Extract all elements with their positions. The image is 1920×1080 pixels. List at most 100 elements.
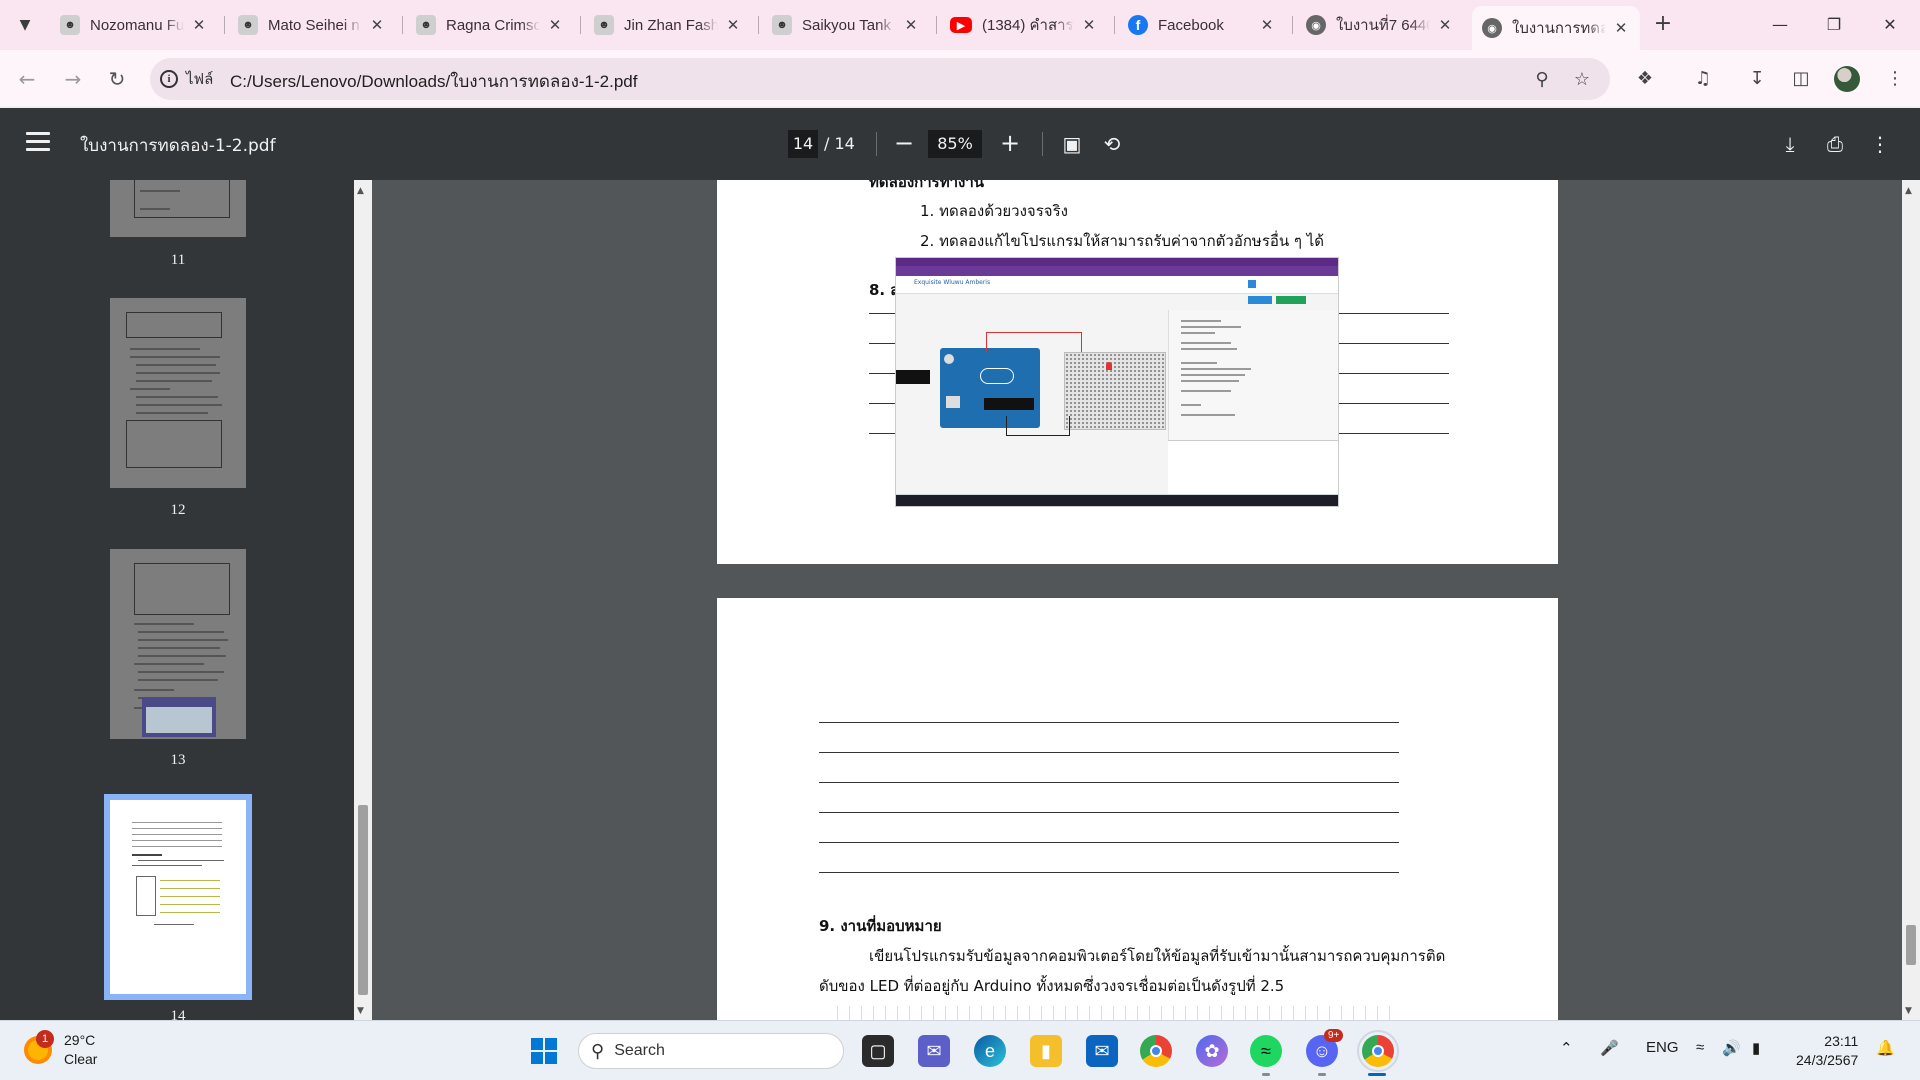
browser-toolbar: ← → ↻ i ไฟล์ C:/Users/Lenovo/Downloads/ใ…	[0, 50, 1920, 108]
tab-nozomanu[interactable]: ☻ Nozomanu Fu ✕	[50, 8, 218, 42]
tab-worksheet-7[interactable]: ◉ ใบงานที่7 6440 ✕	[1296, 8, 1464, 42]
wifi-icon[interactable]: ≈	[1696, 1039, 1704, 1056]
close-icon[interactable]: ✕	[724, 16, 742, 34]
globe-icon: ◉	[1306, 15, 1326, 35]
forward-button[interactable]: →	[58, 64, 88, 94]
thumbnail-page-11[interactable]	[110, 180, 246, 237]
address-bar[interactable]: i ไฟล์ C:/Users/Lenovo/Downloads/ใบงานกา…	[150, 58, 1610, 100]
weather-sun-icon: 1	[24, 1030, 54, 1064]
thumbnail-label: 14	[170, 1008, 186, 1020]
manga-icon: ☻	[416, 15, 436, 35]
weather-temp: 29°C	[64, 1032, 96, 1048]
profile-avatar[interactable]	[1834, 66, 1860, 92]
back-button[interactable]: ←	[12, 64, 42, 94]
close-icon[interactable]: ✕	[546, 16, 564, 34]
close-icon[interactable]: ✕	[368, 16, 386, 34]
thumbnail-page-13[interactable]	[110, 549, 246, 739]
window-close-button[interactable]: ✕	[1860, 0, 1920, 48]
tab-facebook[interactable]: f Facebook ✕	[1118, 8, 1286, 42]
download-pdf-icon[interactable]: ⤓	[1776, 130, 1804, 158]
tab-youtube[interactable]: ▶ (1384) คำสาร ✕	[940, 8, 1108, 42]
pdf-page-13: ทดลองการทำงาน 1. ทดลองด้วยวงจรจริง 2. ทด…	[717, 180, 1558, 564]
teams-chat-icon[interactable]: ✉	[918, 1035, 950, 1067]
close-icon[interactable]: ✕	[1258, 16, 1276, 34]
spotify-icon[interactable]: ≈	[1250, 1035, 1282, 1067]
tab-jin-zhan[interactable]: ☻ Jin Zhan Fash ✕	[584, 8, 752, 42]
print-icon[interactable]: ⎙	[1821, 130, 1849, 158]
file-explorer-icon[interactable]: ▮	[1030, 1035, 1062, 1067]
list-item: 2. ทดลองแก้ไขโปรแกรมให้สามารถรับค่าจากตั…	[920, 232, 1325, 250]
manga-icon: ☻	[238, 15, 258, 35]
embedded-screenshot: Exquisite Wluwu Amberis	[895, 257, 1339, 507]
battery-icon[interactable]: ▮	[1752, 1039, 1760, 1057]
rotate-icon[interactable]: ⟲	[1098, 130, 1126, 158]
document-scrollbar[interactable]: ▲ ▼	[1902, 180, 1920, 1020]
fit-page-icon[interactable]: ▣	[1058, 130, 1086, 158]
restore-button[interactable]: ❐	[1804, 0, 1864, 48]
tab-worksheet-active[interactable]: ◉ ใบงานการทดลอ ✕	[1472, 6, 1640, 50]
serial-monitor	[1168, 440, 1338, 494]
hamburger-menu-icon[interactable]	[26, 132, 50, 152]
tab-mato-seihei[interactable]: ☻ Mato Seihei n ✕	[228, 8, 396, 42]
close-icon[interactable]: ✕	[1612, 19, 1630, 37]
taskbar-search[interactable]: ⚲ Search	[578, 1033, 844, 1069]
chrome-icon[interactable]	[1140, 1035, 1172, 1067]
code-panel	[1168, 310, 1338, 440]
zoom-level-input[interactable]: 85%	[928, 130, 982, 158]
language-indicator[interactable]: ENG	[1646, 1039, 1679, 1056]
reload-button[interactable]: ↻	[102, 64, 132, 94]
pdf-toolbar: ใบงานการทดลอง-1-2.pdf 14 / 14 − 85% + ▣ …	[0, 108, 1920, 180]
weather-widget[interactable]: 1 29°C Clear	[24, 1030, 97, 1069]
mail-icon[interactable]: ✉	[1086, 1035, 1118, 1067]
copilot-icon[interactable]: ✿	[1196, 1035, 1228, 1067]
tab-search-icon[interactable]: ▼	[10, 10, 40, 40]
more-menu-icon[interactable]: ⋮	[1880, 64, 1910, 94]
microphone-icon[interactable]: 🎤	[1600, 1039, 1619, 1057]
tab-ragna-crimson[interactable]: ☻ Ragna Crimso ✕	[406, 8, 574, 42]
volume-icon[interactable]: 🔊	[1722, 1039, 1741, 1057]
tab-strip: ▼ ☻ Nozomanu Fu ✕ ☻ Mato Seihei n ✕ ☻ Ra…	[0, 0, 1920, 50]
clock[interactable]: 23:11 24/3/2567	[1796, 1032, 1858, 1070]
minimize-button[interactable]: —	[1750, 0, 1810, 48]
task-view-icon[interactable]: ▢	[862, 1035, 894, 1067]
tab-title: Jin Zhan Fash	[624, 16, 718, 34]
notification-badge: 1	[36, 1030, 54, 1048]
thumbnail-page-14[interactable]	[104, 794, 252, 1000]
close-icon[interactable]: ✕	[1436, 16, 1454, 34]
page-number-input[interactable]: 14	[788, 130, 818, 158]
document-viewport[interactable]: ทดลองการทำงาน 1. ทดลองด้วยวงจรจริง 2. ทด…	[372, 180, 1902, 1020]
page-total: / 14	[824, 134, 855, 153]
sidebar-scrollbar[interactable]: ▲ ▼	[354, 180, 372, 1020]
url-text[interactable]: C:/Users/Lenovo/Downloads/ใบงานการทดลอง-…	[230, 68, 637, 95]
thumbnail-page-12[interactable]	[110, 298, 246, 488]
side-panel-icon[interactable]: ◫	[1786, 64, 1816, 94]
zoom-out-button[interactable]: −	[890, 130, 918, 158]
notification-bell-icon[interactable]: 🔔	[1876, 1039, 1895, 1057]
start-windows-icon[interactable]	[528, 1035, 560, 1067]
media-control-icon[interactable]: ♫	[1688, 64, 1718, 94]
tab-title: Mato Seihei n	[268, 16, 360, 34]
zoom-in-button[interactable]: +	[996, 130, 1024, 158]
pdf-page-14: 9. งานที่มอบหมาย เขียนโปรแกรมรับข้อมูลจา…	[717, 598, 1558, 1020]
new-tab-button[interactable]: +	[1648, 10, 1678, 40]
section-heading: ทดลองการทำงาน	[869, 180, 985, 191]
discord-icon[interactable]: ☺ 9+	[1306, 1029, 1344, 1067]
site-info-chip[interactable]: i ไฟล์	[160, 66, 213, 92]
chrome-profile-icon[interactable]	[1357, 1030, 1399, 1072]
tray-overflow-icon[interactable]: ⌃	[1560, 1039, 1573, 1057]
bookmark-star-icon[interactable]: ☆	[1570, 68, 1594, 92]
zoom-icon[interactable]: ⚲	[1530, 68, 1554, 92]
edge-icon[interactable]: e	[974, 1035, 1006, 1067]
download-icon[interactable]: ↧	[1742, 64, 1772, 94]
clock-time: 23:11	[1824, 1033, 1859, 1049]
section-9-heading: 9. งานที่มอบหมาย	[819, 917, 942, 935]
close-icon[interactable]: ✕	[1080, 16, 1098, 34]
close-icon[interactable]: ✕	[902, 16, 920, 34]
tab-title: ใบงานที่7 6440	[1336, 17, 1430, 34]
thumbnail-sidebar: 11 12 13 14	[0, 180, 354, 1020]
pdf-more-icon[interactable]: ⋮	[1866, 130, 1894, 158]
close-icon[interactable]: ✕	[190, 16, 208, 34]
tab-saikyou-tank[interactable]: ☻ Saikyou Tank ✕	[762, 8, 930, 42]
info-icon: i	[160, 70, 178, 88]
extensions-icon[interactable]: ❖	[1630, 64, 1660, 94]
